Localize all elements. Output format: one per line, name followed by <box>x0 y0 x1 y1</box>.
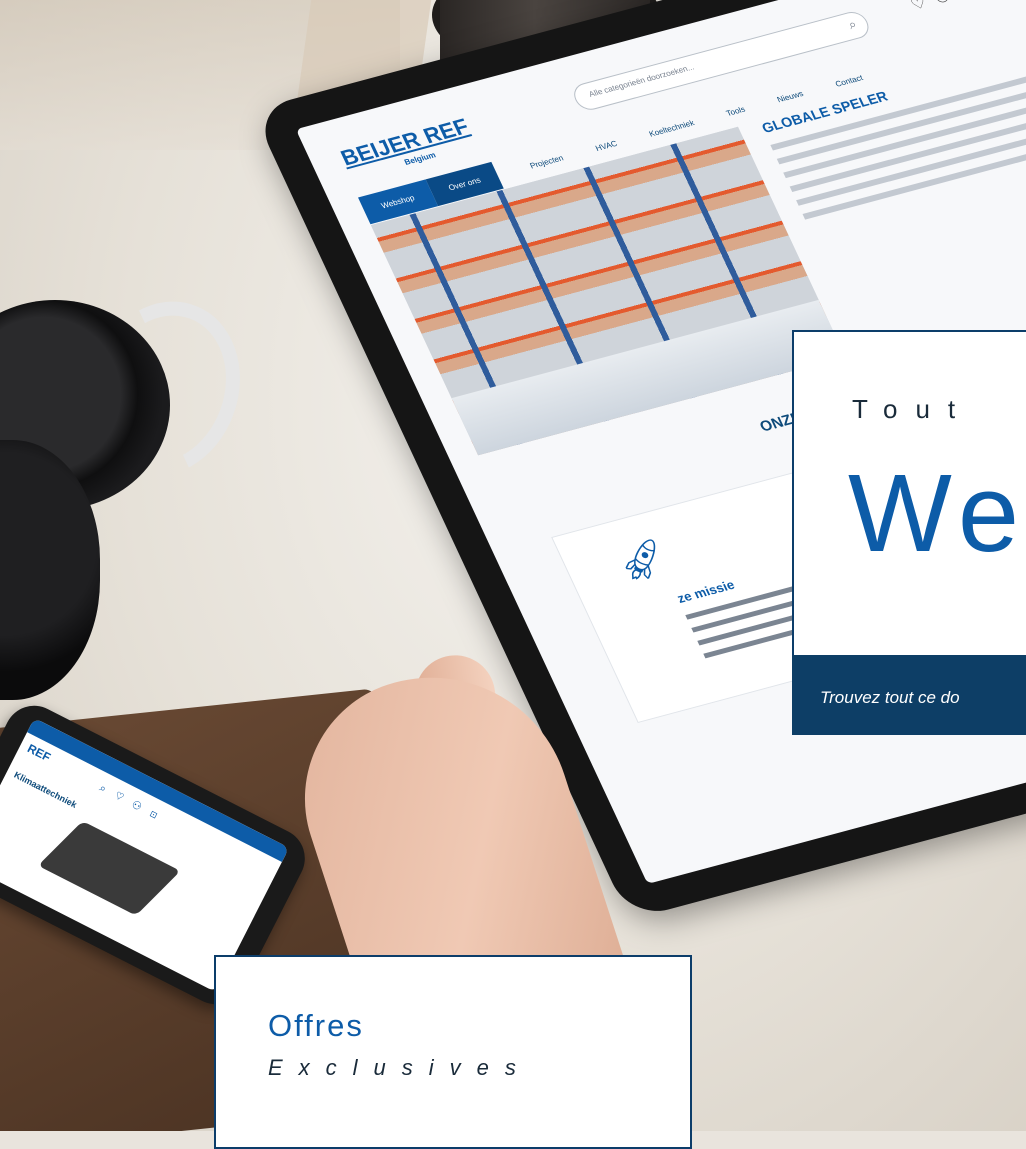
search-icon: ⌕ <box>845 16 860 33</box>
nav-item: Projecten <box>528 153 565 171</box>
heart-icon: ♡ <box>908 0 940 14</box>
phone-logo: REF <box>25 741 53 765</box>
search-placeholder: Alle categorieën doorzoeken... <box>587 62 696 99</box>
promo-tagline: Trouvez tout ce do <box>820 688 960 707</box>
nav-item: Koeltechniek <box>647 118 696 139</box>
offer-subtitle: Exclusives <box>268 1055 532 1080</box>
header-icons: ♡⚇ <box>908 0 964 15</box>
promo-eyebrow: Tout <box>852 394 974 424</box>
search-input: Alle categorieën doorzoeken... ⌕ <box>569 8 874 113</box>
phone-product-image <box>37 821 181 916</box>
nav-item: Contact <box>833 73 865 89</box>
nav-item: Tools <box>724 104 747 118</box>
nav-item: HVAC <box>593 139 619 153</box>
offer-title: Offres <box>268 1008 364 1043</box>
offer-card[interactable]: Offres Exclusives <box>214 955 692 1149</box>
promo-tagline-band: Trouvez tout ce do <box>792 655 1026 735</box>
nav-item: Nieuws <box>775 89 805 105</box>
promo-title: We <box>848 452 1026 575</box>
promo-card: Tout We <box>792 330 1026 659</box>
phone-category-title: Klimaattechniek <box>12 769 79 810</box>
